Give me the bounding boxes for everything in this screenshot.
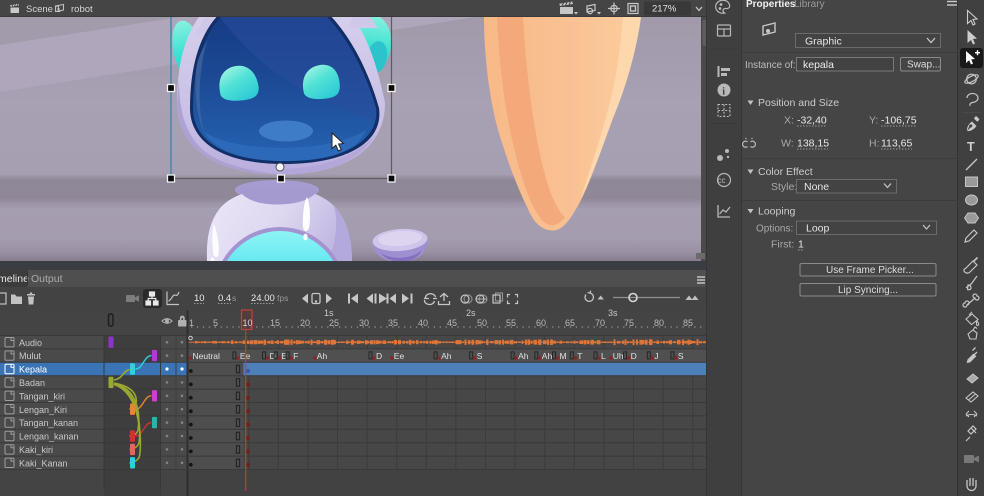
- svg-text:3s: 3s: [608, 308, 618, 318]
- svg-text:L: L: [601, 351, 606, 361]
- svg-text:T: T: [577, 351, 582, 361]
- svg-text:Y:: Y:: [869, 115, 878, 127]
- svg-text:Output: Output: [31, 273, 63, 285]
- svg-text:-32,40: -32,40: [797, 115, 827, 127]
- svg-text:Swap...: Swap...: [907, 60, 940, 71]
- svg-text:Tangan_kiri: Tangan_kiri: [19, 391, 65, 401]
- svg-text:fps: fps: [277, 293, 288, 303]
- svg-text:None: None: [804, 181, 829, 193]
- svg-text:F: F: [293, 351, 298, 361]
- svg-text:Badan: Badan: [19, 378, 45, 388]
- svg-text:113,65: 113,65: [881, 138, 912, 150]
- svg-text:Mulut: Mulut: [19, 351, 42, 361]
- svg-text:Position and Size: Position and Size: [758, 97, 839, 109]
- svg-text:W:: W:: [781, 138, 794, 150]
- svg-text:Ah: Ah: [317, 351, 328, 361]
- svg-text:D: D: [631, 351, 637, 361]
- svg-text:D: D: [376, 351, 382, 361]
- svg-text:Graphic: Graphic: [805, 36, 842, 48]
- svg-text:Style:: Style:: [771, 181, 797, 193]
- svg-text:1s: 1s: [324, 308, 334, 318]
- svg-text:X:: X:: [784, 115, 794, 127]
- svg-text:Kaki_Kanan: Kaki_Kanan: [19, 458, 68, 468]
- svg-text:2s: 2s: [466, 308, 476, 318]
- svg-text:Loop: Loop: [806, 223, 830, 235]
- svg-text:cc: cc: [718, 176, 726, 185]
- svg-text:Audio: Audio: [19, 338, 42, 348]
- svg-text:75: 75: [624, 318, 634, 328]
- svg-text:20: 20: [300, 318, 310, 328]
- svg-text:Use Frame Picker...: Use Frame Picker...: [826, 265, 914, 276]
- svg-text:Uh: Uh: [613, 351, 624, 361]
- svg-text:M: M: [560, 351, 567, 361]
- svg-text:24.00: 24.00: [251, 293, 275, 304]
- svg-text:-106,75: -106,75: [881, 115, 917, 127]
- svg-text:robot: robot: [71, 4, 93, 15]
- svg-text:Options:: Options:: [756, 224, 793, 235]
- svg-text:T: T: [967, 140, 975, 154]
- svg-text:Ah: Ah: [542, 351, 553, 361]
- svg-text:Properties: Properties: [746, 0, 796, 10]
- svg-text:Ah: Ah: [518, 351, 529, 361]
- svg-text:meline: meline: [0, 273, 29, 285]
- svg-text:J: J: [654, 351, 658, 361]
- svg-text:First:: First:: [771, 239, 794, 251]
- svg-text:138,15: 138,15: [797, 138, 829, 150]
- svg-text:85: 85: [683, 318, 693, 328]
- svg-text:0.4: 0.4: [218, 293, 231, 304]
- svg-text:S: S: [477, 351, 483, 361]
- svg-text:Neutral: Neutral: [193, 351, 221, 361]
- svg-text:Lengan_Kiri: Lengan_Kiri: [19, 405, 67, 415]
- svg-text:H:: H:: [869, 138, 880, 150]
- svg-text:Ee: Ee: [394, 351, 405, 361]
- svg-text:S: S: [678, 351, 684, 361]
- svg-text:Kaki_kiri: Kaki_kiri: [19, 445, 53, 455]
- svg-text:10: 10: [243, 318, 253, 328]
- svg-text:Lengan_kanan: Lengan_kanan: [19, 432, 79, 442]
- svg-text:1: 1: [798, 239, 804, 251]
- svg-text:10: 10: [194, 293, 205, 304]
- svg-text:i: i: [722, 87, 725, 98]
- svg-text:30: 30: [359, 318, 369, 328]
- svg-text:s: s: [232, 293, 236, 303]
- svg-text:Lip Syncing...: Lip Syncing...: [838, 285, 898, 296]
- svg-text:217%: 217%: [652, 4, 677, 15]
- svg-text:Instance of:: Instance of:: [745, 60, 796, 71]
- svg-text:Library: Library: [794, 0, 825, 10]
- svg-text:Color Effect: Color Effect: [758, 166, 813, 178]
- svg-text:Tangan_kanan: Tangan_kanan: [19, 418, 78, 428]
- svg-text:Kepala: Kepala: [19, 365, 47, 375]
- svg-text:kepala: kepala: [803, 59, 834, 71]
- svg-text:Ah: Ah: [441, 351, 452, 361]
- svg-text:Looping: Looping: [758, 206, 796, 218]
